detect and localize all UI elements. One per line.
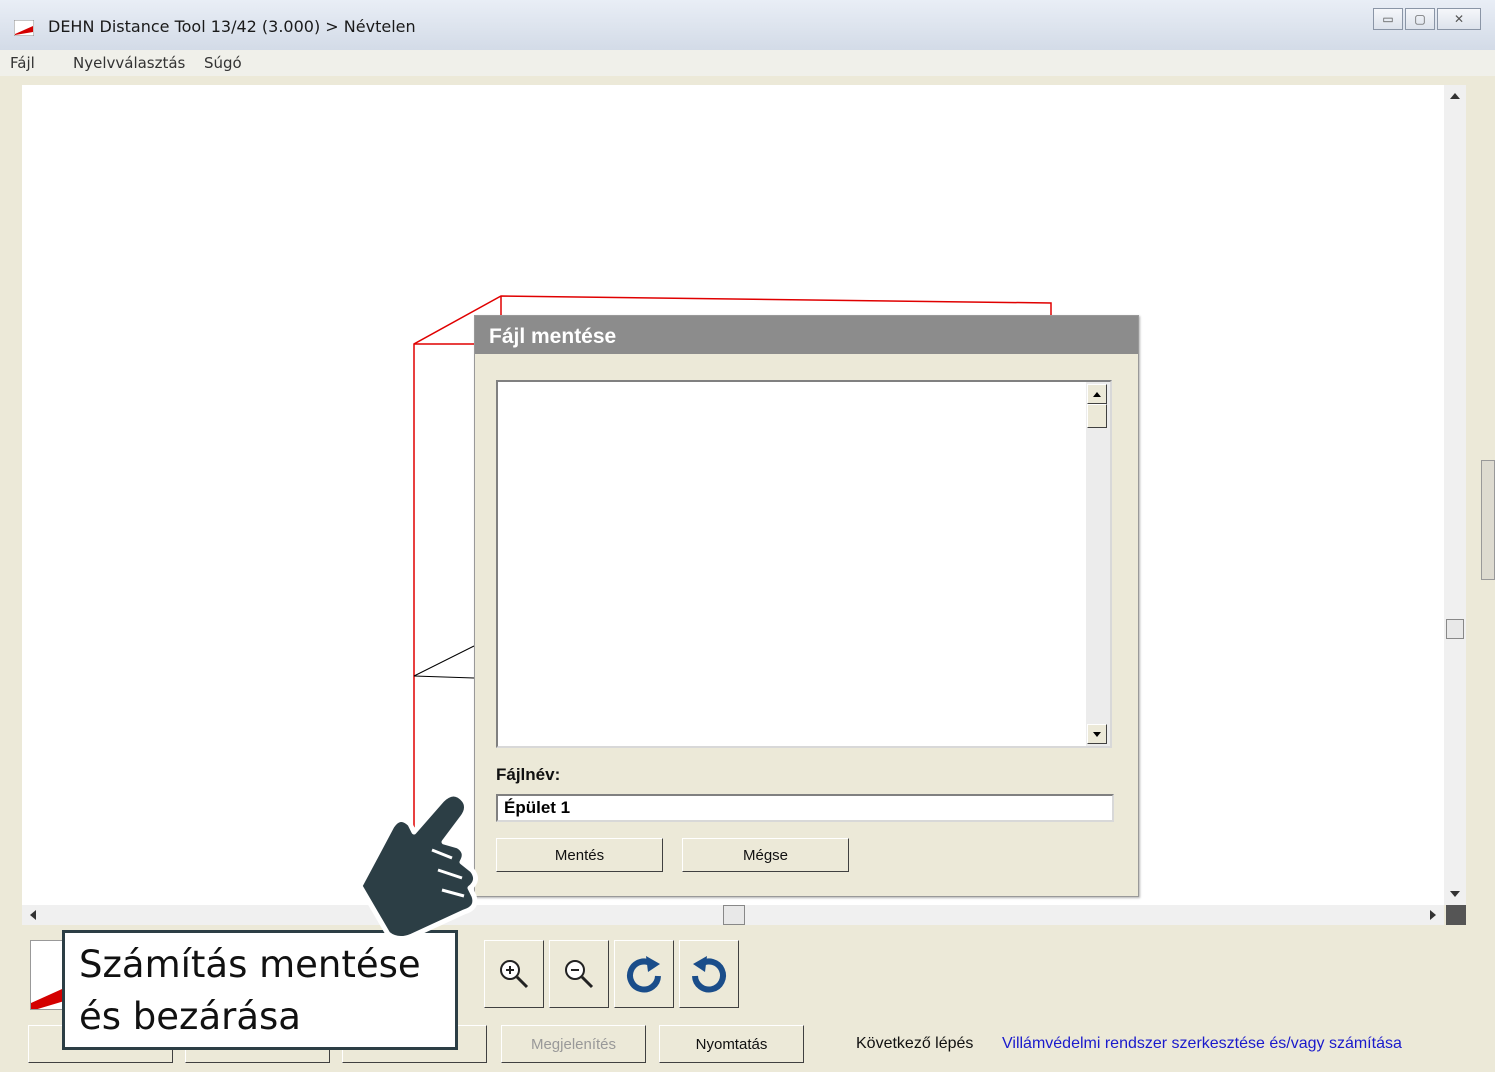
print-button[interactable]: Nyomtatás xyxy=(659,1025,804,1063)
menu-language[interactable]: Nyelvválasztás xyxy=(73,54,185,72)
arrow-down-icon xyxy=(1093,731,1101,737)
next-step-label: Következő lépés xyxy=(856,1035,974,1052)
dialog-title: Fájl mentése xyxy=(489,325,617,348)
zoom-out-button[interactable] xyxy=(549,940,609,1008)
scroll-right-arrow-icon[interactable] xyxy=(1430,910,1436,920)
horizontal-scrollbar[interactable] xyxy=(22,905,1444,925)
rotate-counterclockwise-icon xyxy=(692,956,726,993)
next-step-link[interactable]: Villámvédelmi rendszer szerkesztése és/v… xyxy=(1002,1035,1402,1053)
scroll-left-arrow-icon[interactable] xyxy=(30,910,36,920)
menu-bar: Fájl Nyelvválasztás Súgó xyxy=(0,50,1495,76)
filename-label: Fájlnév: xyxy=(496,765,561,784)
rotate-clockwise-icon xyxy=(627,956,661,993)
pointing-hand-icon xyxy=(357,791,478,942)
filename-input[interactable]: Épület 1 xyxy=(496,794,1114,822)
side-panel-handle[interactable] xyxy=(1481,460,1495,580)
close-button[interactable]: ✕ xyxy=(1437,8,1481,30)
menu-help[interactable]: Súgó xyxy=(204,54,242,72)
file-list-scroll-down-button[interactable] xyxy=(1087,724,1107,744)
maximize-button[interactable]: ▢ xyxy=(1405,8,1435,30)
zoom-out-icon xyxy=(565,960,594,989)
callout-line-2: és bezárása xyxy=(79,995,301,1038)
window-title: DEHN Distance Tool 13/42 (3.000) > Névte… xyxy=(48,17,416,36)
save-file-dialog: Fájl mentése Fájlnév: Épület 1 Mentés Mé… xyxy=(474,315,1139,897)
callout-line-1: Számítás mentése xyxy=(79,943,421,986)
vertical-scroll-thumb[interactable] xyxy=(1446,619,1464,639)
menu-file[interactable]: Fájl xyxy=(10,54,35,72)
file-list[interactable] xyxy=(496,380,1112,748)
scrollbar-corner xyxy=(1446,905,1466,925)
vertical-scrollbar[interactable] xyxy=(1444,85,1466,905)
instruction-callout: Számítás mentése és bezárása xyxy=(62,930,458,1050)
file-list-scroll-thumb[interactable] xyxy=(1087,404,1107,428)
dialog-title-bar: Fájl mentése xyxy=(475,316,1138,354)
save-button[interactable]: Mentés xyxy=(496,838,663,872)
file-list-scroll-up-button[interactable] xyxy=(1087,384,1107,404)
scroll-up-arrow-icon[interactable] xyxy=(1450,93,1460,99)
zoom-in-button[interactable] xyxy=(484,940,544,1008)
file-list-scrollbar[interactable] xyxy=(1086,382,1110,746)
rotate-counterclockwise-button[interactable] xyxy=(679,940,739,1008)
window-controls: ▭ ▢ ✕ xyxy=(1371,8,1481,30)
display-button: Megjelenítés xyxy=(501,1025,646,1063)
minimize-button[interactable]: ▭ xyxy=(1373,8,1403,30)
dehn-app-icon xyxy=(14,20,34,36)
zoom-in-icon xyxy=(500,960,529,989)
arrow-up-icon xyxy=(1093,391,1101,397)
scroll-down-arrow-icon[interactable] xyxy=(1450,891,1460,897)
horizontal-scroll-thumb[interactable] xyxy=(723,905,745,925)
cancel-button[interactable]: Mégse xyxy=(682,838,849,872)
rotate-clockwise-button[interactable] xyxy=(614,940,674,1008)
title-bar: DEHN Distance Tool 13/42 (3.000) > Névte… xyxy=(0,0,1495,51)
